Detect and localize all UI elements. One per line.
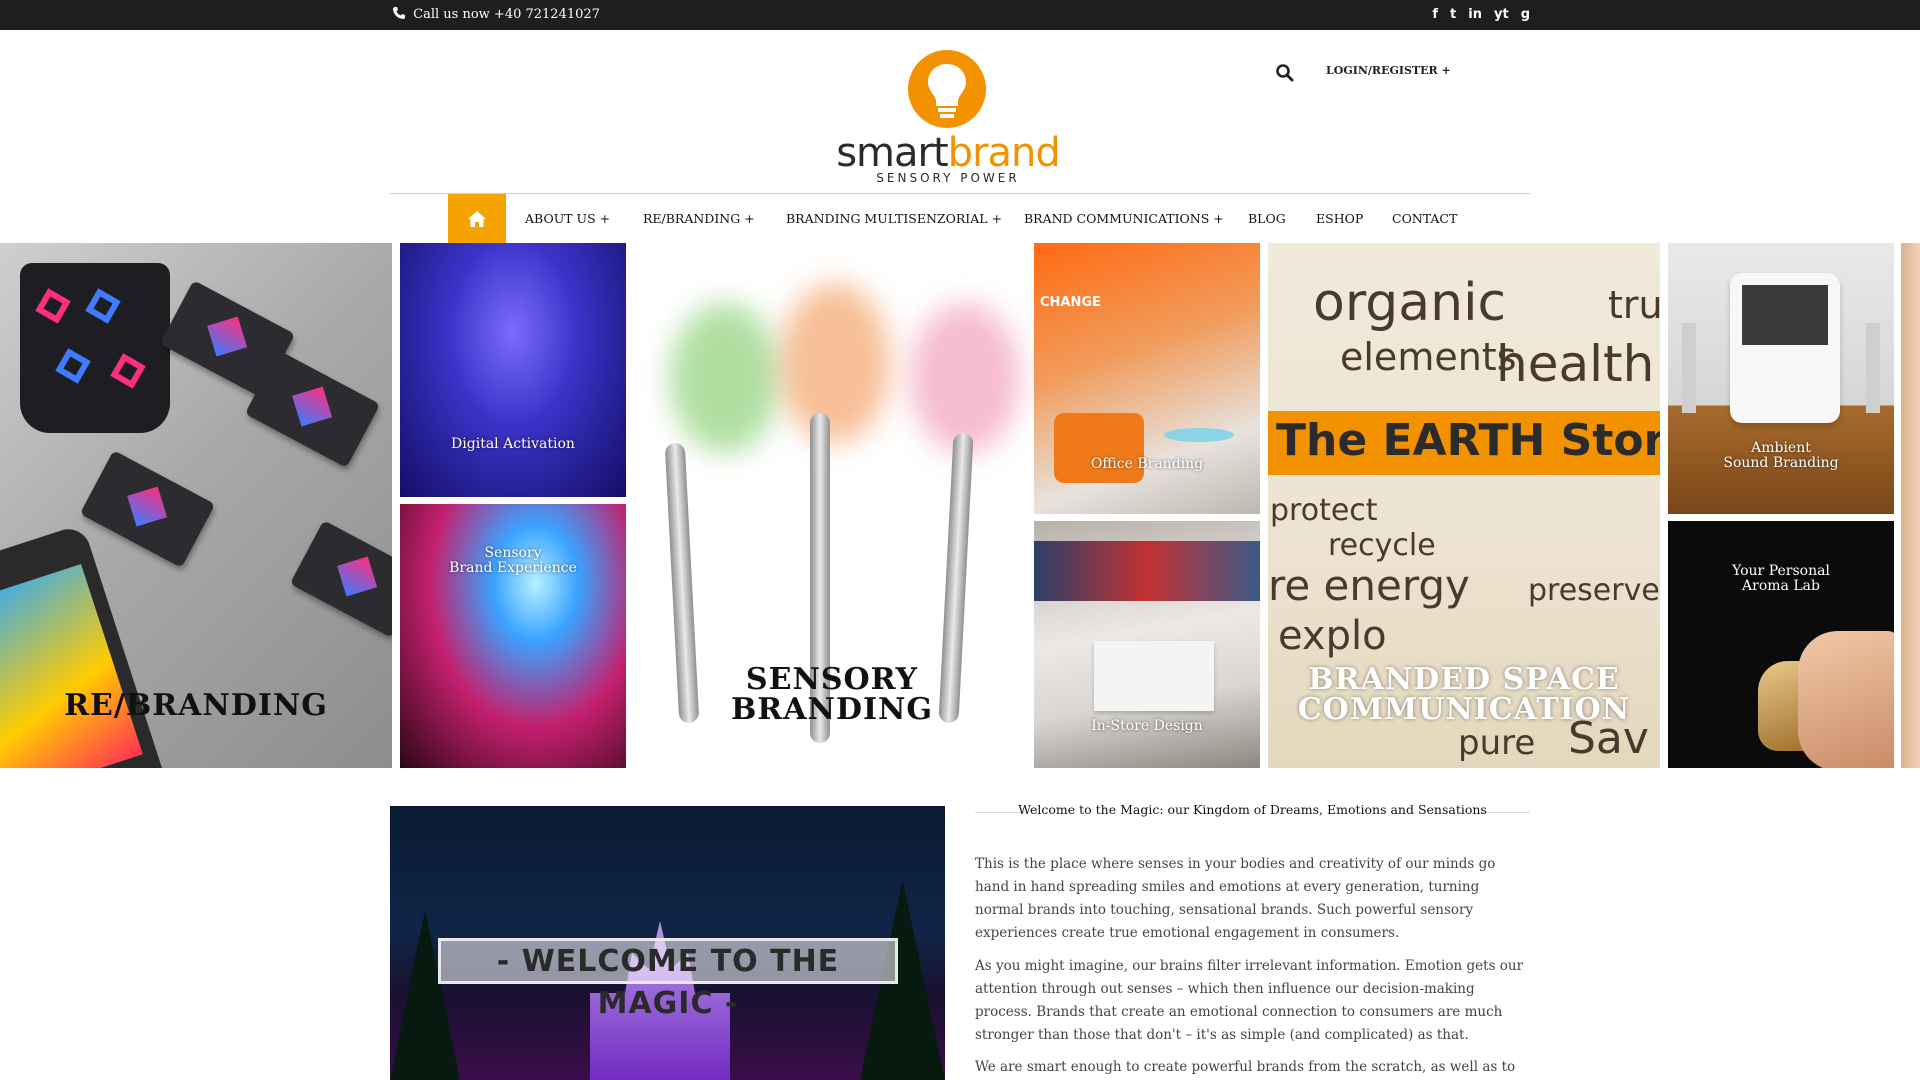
- side-table: [1164, 428, 1234, 442]
- tile-personal-aroma-lab[interactable]: Your Personal Aroma Lab: [1668, 521, 1894, 768]
- wall-word-energy: re energy: [1268, 561, 1470, 610]
- main-navigation: ABOUT US + RE/BRANDING + BRANDING MULTIS…: [390, 193, 1530, 243]
- logo-word-smart: smart: [836, 130, 948, 176]
- phone-image: [0, 523, 170, 768]
- hero-mosaic: RE/BRANDING Digital Activation Sensory B…: [0, 243, 1920, 768]
- wall-word-elements: elements: [1340, 335, 1517, 379]
- tile-sensory-brand-experience[interactable]: Sensory Brand Experience: [400, 504, 626, 768]
- tile-branded-space-communication[interactable]: organic tru elements health The EARTH St…: [1268, 243, 1660, 768]
- welcome-to-the-magic-image: - WELCOME TO THE MAGIC -: [390, 806, 945, 1080]
- nav-contact[interactable]: CONTACT: [1392, 194, 1457, 243]
- tile-aroma-title-1: Your Personal: [1732, 563, 1830, 579]
- wall-word-health: health: [1496, 335, 1655, 393]
- tile-office-branding[interactable]: CHANGE Office Branding: [1034, 243, 1260, 514]
- tile-space-title-2: COMMUNICATION: [1297, 692, 1631, 727]
- nav-eshop[interactable]: ESHOP: [1316, 194, 1363, 243]
- wall-word-preserve: preserve: [1528, 573, 1660, 608]
- lightbulb-icon: [908, 50, 986, 128]
- top-bar: Call us now +40 721241027 f t in yt g: [0, 0, 1920, 30]
- home-icon: [468, 210, 486, 227]
- nav-rebranding[interactable]: RE/BRANDING +: [643, 194, 755, 243]
- store-wall-posters: [1034, 541, 1260, 601]
- welcome-sign: - WELCOME TO THE MAGIC -: [438, 938, 898, 1021]
- tile-sensory-exp-title-1: Sensory: [484, 545, 542, 561]
- tile-space-title-1: BRANDED SPACE: [1308, 662, 1620, 697]
- intro-paragraph-1: This is the place where senses in your b…: [975, 856, 1496, 941]
- login-register-link[interactable]: LOGIN/REGISTER +: [1326, 64, 1451, 77]
- tile-sensory-branding[interactable]: SENSORY BRANDING: [630, 243, 1034, 768]
- intro-paragraph-3: We are smart enough to create powerful b…: [975, 1059, 1516, 1075]
- smoke-orange: [780, 283, 890, 443]
- orange-chair: [1054, 413, 1144, 483]
- site-logo[interactable]: smartbrand SENSORY POWER: [832, 48, 1064, 188]
- store-counter: [1094, 641, 1214, 711]
- tile-in-store-design[interactable]: In-Store Design: [1034, 521, 1260, 768]
- wall-earth-store: The EARTH Store: [1276, 415, 1660, 466]
- intro-paragraph-2: As you might imagine, our brains filter …: [975, 958, 1524, 1043]
- wall-word-explore: explo: [1278, 613, 1387, 659]
- tile-partial-edge[interactable]: [1901, 243, 1920, 768]
- logo-wordmark: smartbrand: [832, 131, 1064, 175]
- nav-about-us[interactable]: ABOUT US +: [525, 194, 610, 243]
- wall-word-organic: organic: [1313, 273, 1507, 333]
- tile-digital-activation-title: Digital Activation: [451, 436, 575, 452]
- tile-office-branding-title: Office Branding: [1090, 456, 1204, 472]
- tile-sensory-exp-title-2: Brand Experience: [449, 560, 577, 576]
- hand-image: [1798, 631, 1894, 768]
- tree-left: [390, 910, 460, 1080]
- business-card-image: [79, 450, 216, 568]
- screen-image: [1742, 285, 1828, 345]
- nav-home[interactable]: [448, 194, 506, 243]
- wall-word-tru: tru: [1608, 283, 1660, 327]
- welcome-heading: Welcome to the Magic: our Kingdom of Dre…: [975, 802, 1530, 822]
- mug-image: [20, 263, 170, 433]
- twitter-icon[interactable]: t: [1450, 0, 1456, 30]
- speaker-right: [1866, 323, 1880, 413]
- social-links: f t in yt g: [1432, 0, 1530, 30]
- nav-brand-communications[interactable]: BRAND COMMUNICATIONS +: [1024, 194, 1224, 243]
- wall-word-recycle: recycle: [1328, 528, 1436, 563]
- youtube-icon[interactable]: yt: [1494, 0, 1509, 30]
- phone-icon: [393, 7, 405, 19]
- smoke-green: [670, 303, 780, 453]
- wall-word-pure: pure: [1458, 723, 1536, 763]
- smoke-pink: [910, 303, 1020, 453]
- facebook-icon[interactable]: f: [1432, 0, 1438, 30]
- logo-tagline: SENSORY POWER: [876, 171, 1020, 185]
- search-icon[interactable]: [1275, 63, 1295, 83]
- nav-blog[interactable]: BLOG: [1248, 194, 1286, 243]
- call-us[interactable]: Call us now +40 721241027: [392, 0, 600, 30]
- tile-ambient-sound-branding[interactable]: Ambient Sound Branding: [1668, 243, 1894, 514]
- tile-aroma-title-2: Aroma Lab: [1742, 578, 1820, 594]
- google-plus-icon[interactable]: g: [1521, 0, 1530, 30]
- tile-rebranding-title: RE/BRANDING: [64, 688, 328, 723]
- office-wall-sign: CHANGE: [1040, 295, 1101, 310]
- tile-ambient-title-2: Sound Branding: [1723, 455, 1839, 471]
- linkedin-icon[interactable]: in: [1468, 0, 1482, 30]
- wall-word-protect: protect: [1270, 493, 1378, 528]
- tile-ambient-title-1: Ambient: [1751, 440, 1811, 456]
- tile-sensory-title-1: SENSORY: [745, 662, 919, 697]
- tile-rebranding[interactable]: RE/BRANDING: [0, 243, 392, 768]
- speaker-left: [1682, 323, 1696, 413]
- tile-in-store-design-title: In-Store Design: [1091, 718, 1203, 734]
- call-us-text: Call us now +40 721241027: [413, 7, 600, 22]
- nav-branding-multisenzorial[interactable]: BRANDING MULTISENZORIAL +: [786, 194, 1002, 243]
- tile-sensory-title-2: BRANDING: [730, 692, 934, 727]
- welcome-heading-text: Welcome to the Magic: our Kingdom of Dre…: [1018, 802, 1487, 817]
- tile-digital-activation[interactable]: Digital Activation: [400, 243, 626, 497]
- logo-word-brand: brand: [947, 130, 1061, 176]
- business-card-image: [289, 520, 392, 638]
